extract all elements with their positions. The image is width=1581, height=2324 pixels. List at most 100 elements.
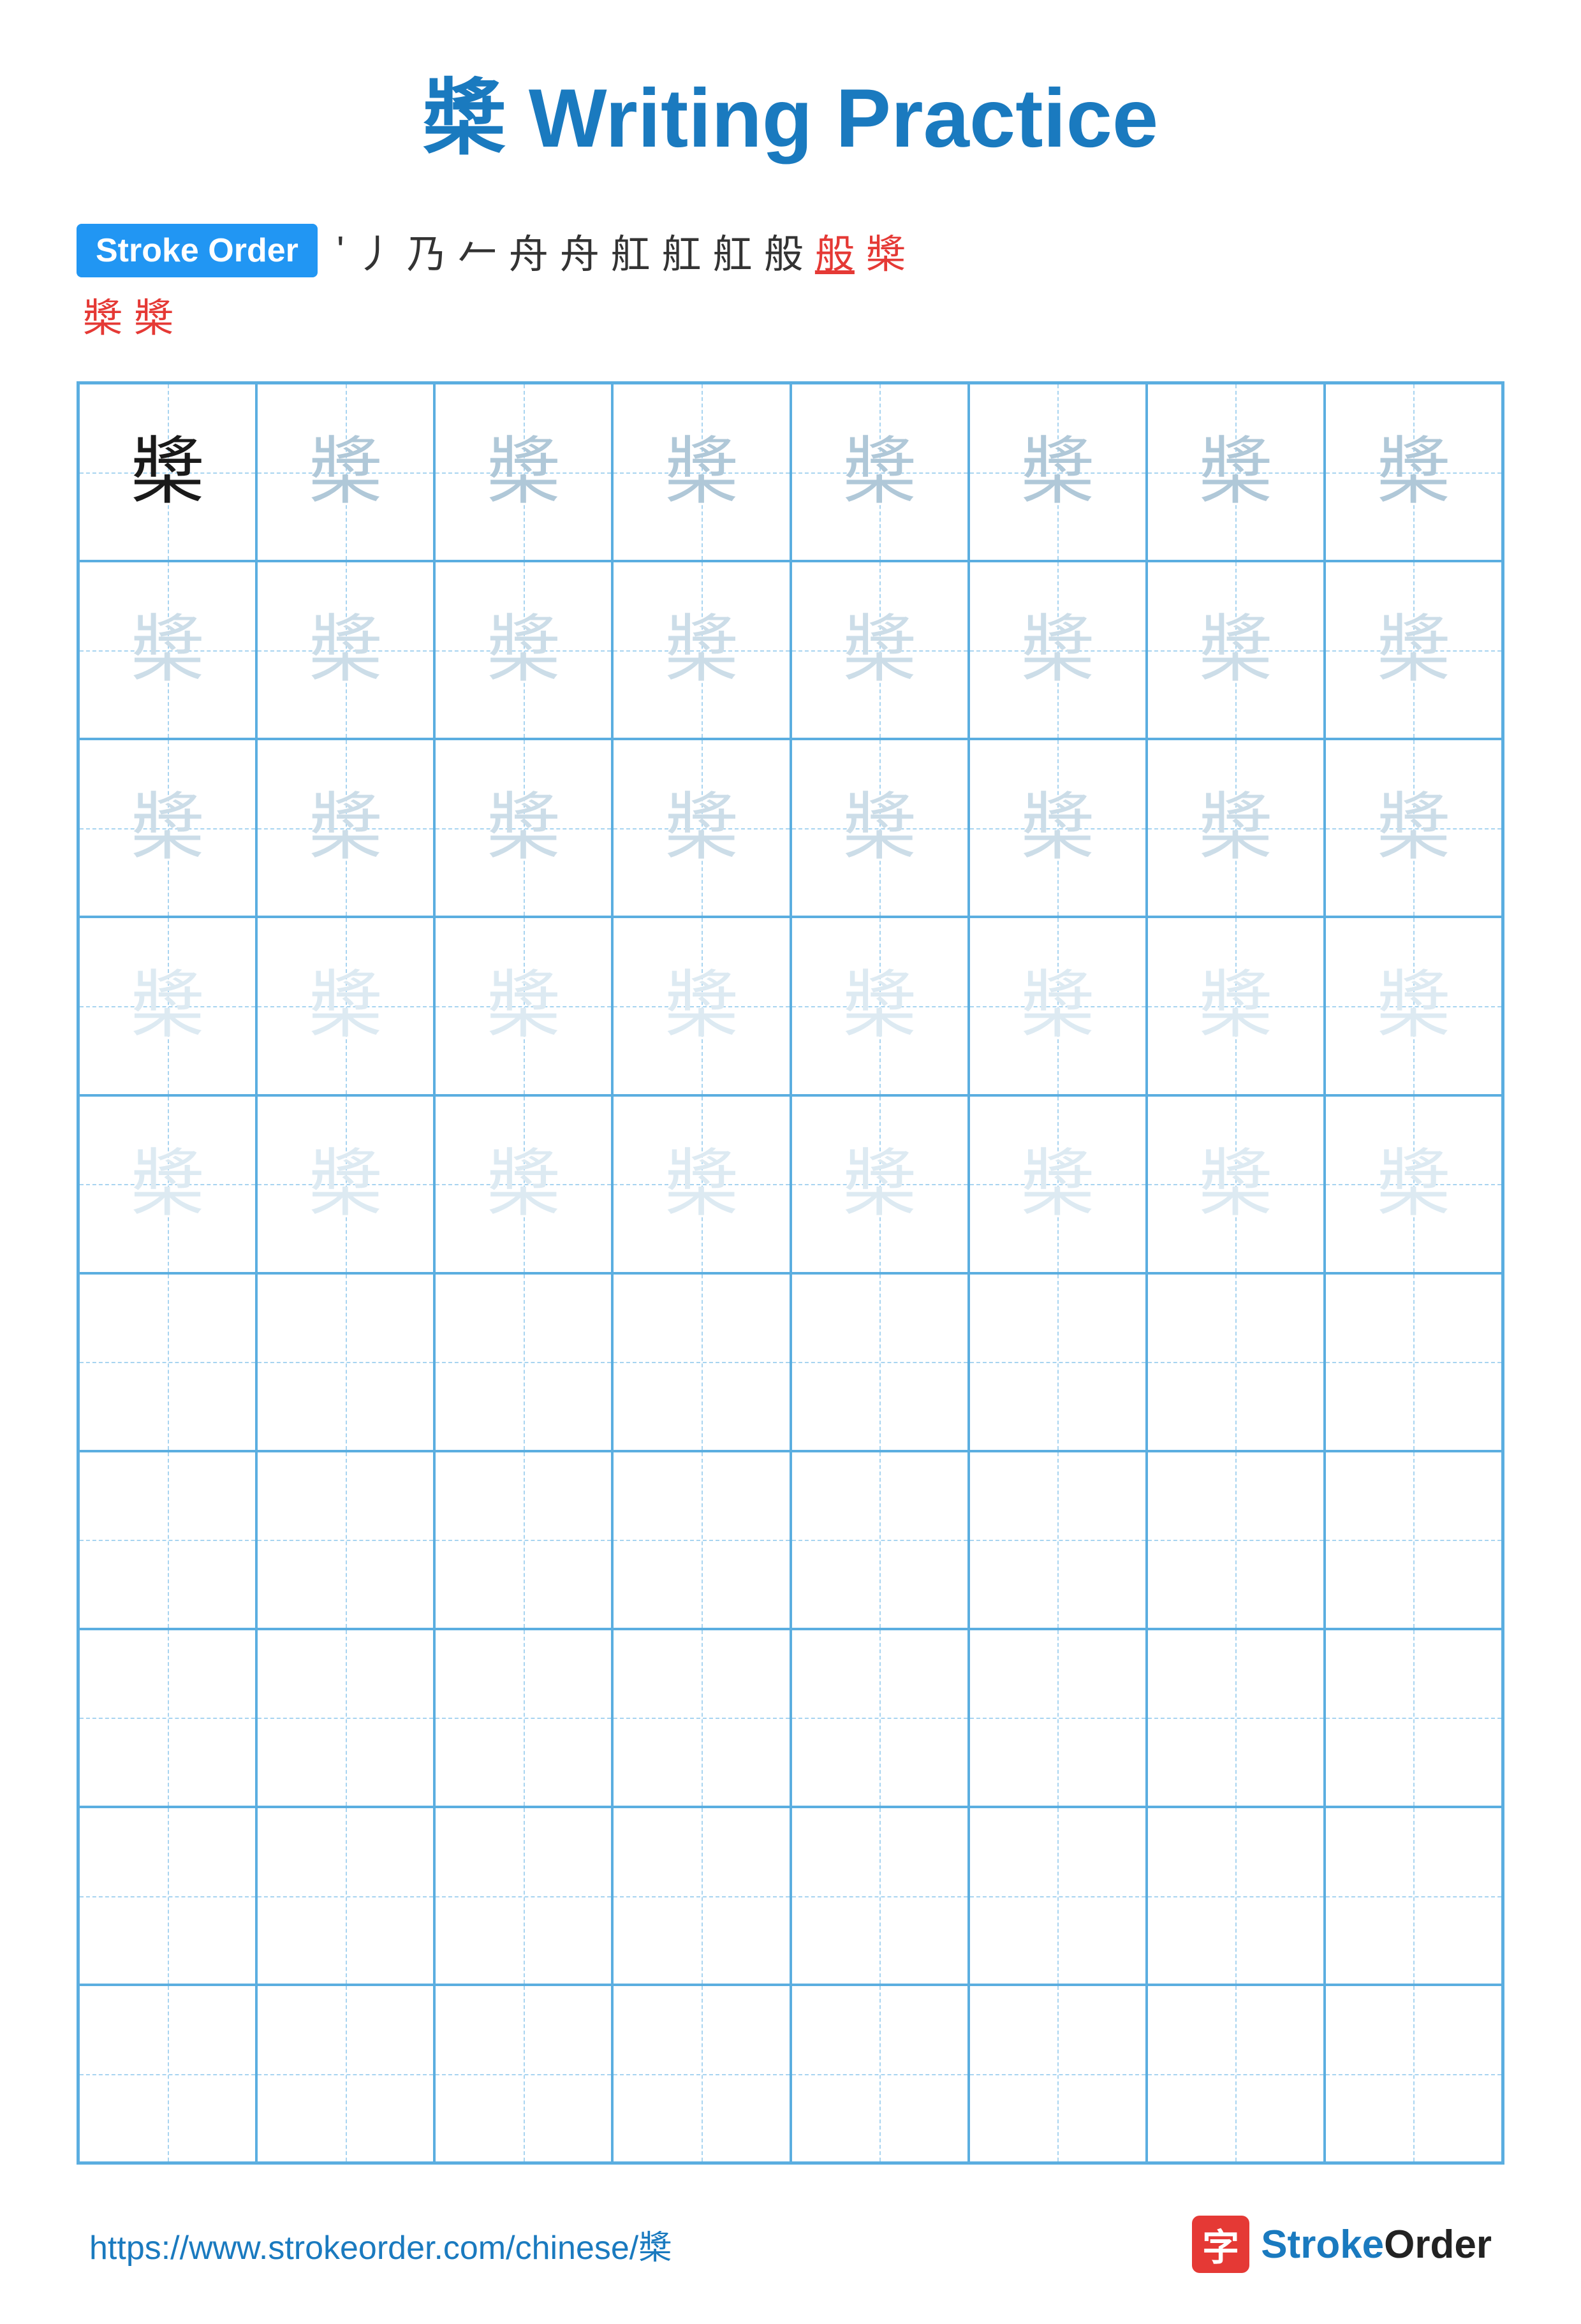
stroke-order-row1: Stroke Order ' ⼃ 乃 𠂉 舟 舟 舡 舡 舡 般 般 槳 [77,222,1504,279]
grid-cell-7-7[interactable] [1147,1451,1325,1629]
footer-url: https://www.strokeorder.com/chinese/槳 [89,2221,672,2269]
grid-cell-7-6[interactable] [969,1451,1147,1629]
practice-grid: 槳 槳 槳 槳 槳 槳 槳 槳 [77,381,1504,2165]
grid-cell-7-2[interactable] [256,1451,434,1629]
char-display: 槳 [487,1148,560,1221]
grid-cell-4-1[interactable]: 槳 [78,917,256,1095]
grid-cell-6-4[interactable] [612,1273,790,1451]
grid-cell-10-1[interactable] [78,1985,256,2163]
grid-cell-1-8[interactable]: 槳 [1325,383,1503,561]
grid-cell-9-4[interactable] [612,1807,790,1985]
grid-cell-3-5[interactable]: 槳 [791,739,969,917]
char-display: 槳 [1199,435,1272,509]
grid-cell-10-5[interactable] [791,1985,969,2163]
grid-cell-2-8[interactable]: 槳 [1325,561,1503,739]
grid-cell-2-3[interactable]: 槳 [434,561,612,739]
grid-cell-1-2[interactable]: 槳 [256,383,434,561]
grid-cell-3-8[interactable]: 槳 [1325,739,1503,917]
grid-cell-8-5[interactable] [791,1629,969,1807]
grid-cell-8-4[interactable] [612,1629,790,1807]
grid-cell-3-1[interactable]: 槳 [78,739,256,917]
grid-cell-6-6[interactable] [969,1273,1147,1451]
grid-cell-10-4[interactable] [612,1985,790,2163]
grid-cell-5-7[interactable]: 槳 [1147,1095,1325,1273]
grid-cell-4-7[interactable]: 槳 [1147,917,1325,1095]
grid-cell-7-3[interactable] [434,1451,612,1629]
grid-cell-5-6[interactable]: 槳 [969,1095,1147,1273]
char-display: 槳 [1377,791,1450,865]
grid-cell-2-7[interactable]: 槳 [1147,561,1325,739]
grid-cell-1-4[interactable]: 槳 [612,383,790,561]
grid-cell-9-7[interactable] [1147,1807,1325,1985]
grid-cell-3-3[interactable]: 槳 [434,739,612,917]
grid-cell-1-1[interactable]: 槳 [78,383,256,561]
grid-cell-7-1[interactable] [78,1451,256,1629]
char-display: 槳 [843,791,916,865]
grid-cell-7-4[interactable] [612,1451,790,1629]
grid-cell-4-2[interactable]: 槳 [256,917,434,1095]
grid-cell-9-8[interactable] [1325,1807,1503,1985]
grid-cell-6-7[interactable] [1147,1273,1325,1451]
grid-row-3: 槳 槳 槳 槳 槳 槳 槳 槳 [78,739,1503,917]
grid-cell-2-1[interactable]: 槳 [78,561,256,739]
grid-cell-1-3[interactable]: 槳 [434,383,612,561]
grid-cell-6-1[interactable] [78,1273,256,1451]
grid-cell-5-3[interactable]: 槳 [434,1095,612,1273]
stroke-order-row2: 槳 槳 [83,286,1504,343]
grid-cell-7-8[interactable] [1325,1451,1503,1629]
stroke-11: 般 [815,222,855,279]
grid-cell-9-6[interactable] [969,1807,1147,1985]
grid-cell-5-5[interactable]: 槳 [791,1095,969,1273]
grid-cell-6-2[interactable] [256,1273,434,1451]
grid-cell-8-7[interactable] [1147,1629,1325,1807]
stroke-10: 般 [764,222,804,279]
logo-text: StrokeOrder [1261,2222,1492,2267]
grid-cell-8-8[interactable] [1325,1629,1503,1807]
grid-cell-5-2[interactable]: 槳 [256,1095,434,1273]
char-display: 槳 [665,1148,738,1221]
grid-cell-8-2[interactable] [256,1629,434,1807]
grid-cell-3-2[interactable]: 槳 [256,739,434,917]
grid-cell-2-5[interactable]: 槳 [791,561,969,739]
grid-cell-6-5[interactable] [791,1273,969,1451]
grid-cell-2-6[interactable]: 槳 [969,561,1147,739]
grid-cell-2-4[interactable]: 槳 [612,561,790,739]
grid-cell-10-7[interactable] [1147,1985,1325,2163]
grid-cell-3-4[interactable]: 槳 [612,739,790,917]
stroke-14: 槳 [134,286,173,343]
grid-cell-2-2[interactable]: 槳 [256,561,434,739]
grid-cell-10-6[interactable] [969,1985,1147,2163]
grid-cell-3-6[interactable]: 槳 [969,739,1147,917]
grid-cell-1-7[interactable]: 槳 [1147,383,1325,561]
grid-cell-4-5[interactable]: 槳 [791,917,969,1095]
char-display: 槳 [1377,613,1450,687]
grid-cell-4-8[interactable]: 槳 [1325,917,1503,1095]
char-display: 槳 [1199,1148,1272,1221]
grid-cell-9-3[interactable] [434,1807,612,1985]
grid-cell-9-5[interactable] [791,1807,969,1985]
grid-cell-8-1[interactable] [78,1629,256,1807]
grid-cell-9-2[interactable] [256,1807,434,1985]
grid-cell-5-8[interactable]: 槳 [1325,1095,1503,1273]
grid-cell-7-5[interactable] [791,1451,969,1629]
footer-logo: 字 StrokeOrder [1192,2216,1492,2273]
grid-cell-1-5[interactable]: 槳 [791,383,969,561]
grid-cell-10-2[interactable] [256,1985,434,2163]
grid-cell-6-8[interactable] [1325,1273,1503,1451]
grid-cell-5-4[interactable]: 槳 [612,1095,790,1273]
grid-cell-5-1[interactable]: 槳 [78,1095,256,1273]
grid-cell-8-3[interactable] [434,1629,612,1807]
grid-cell-8-6[interactable] [969,1629,1147,1807]
grid-cell-4-4[interactable]: 槳 [612,917,790,1095]
stroke-7: 舡 [611,222,651,279]
grid-cell-1-6[interactable]: 槳 [969,383,1147,561]
grid-cell-10-3[interactable] [434,1985,612,2163]
grid-cell-4-6[interactable]: 槳 [969,917,1147,1095]
grid-cell-10-8[interactable] [1325,1985,1503,2163]
grid-row-10 [78,1985,1503,2163]
grid-cell-6-3[interactable] [434,1273,612,1451]
grid-cell-3-7[interactable]: 槳 [1147,739,1325,917]
grid-cell-9-1[interactable] [78,1807,256,1985]
char-display: 槳 [843,435,916,509]
grid-cell-4-3[interactable]: 槳 [434,917,612,1095]
